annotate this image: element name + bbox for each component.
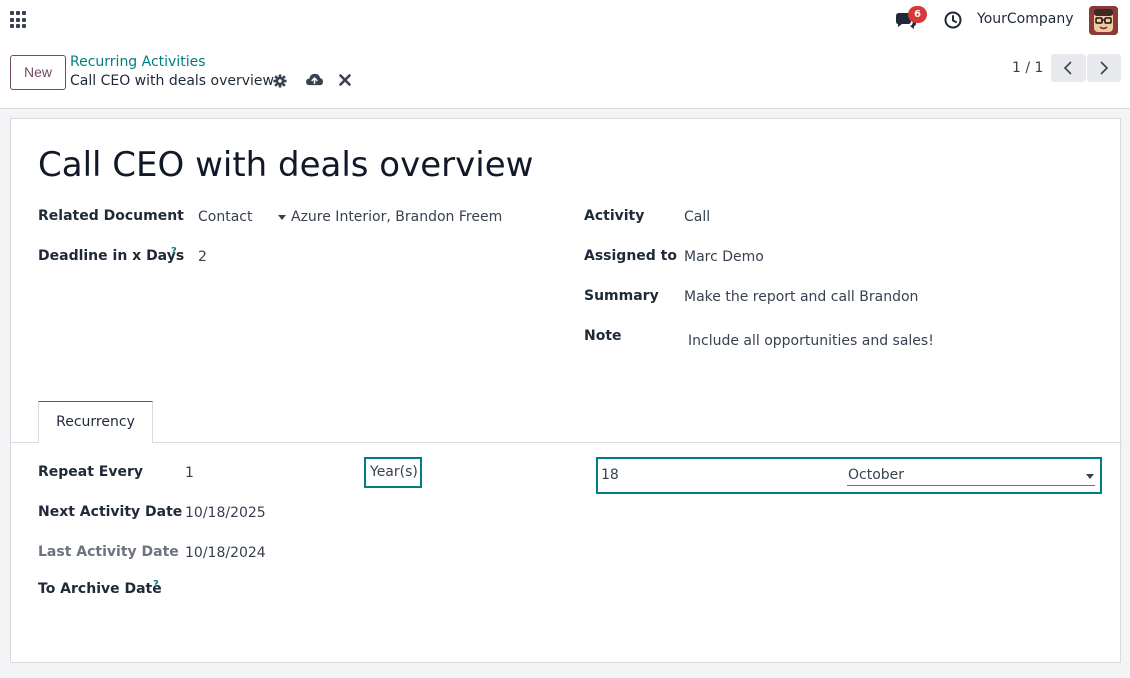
control-panel: New Recurring Activities Call CEO with d…	[0, 40, 1130, 109]
activity-field[interactable]: Call	[684, 209, 710, 225]
breadcrumb-parent-link[interactable]: Recurring Activities	[70, 54, 206, 70]
assigned-to-label: Assigned to	[584, 248, 677, 264]
related-document-model-select[interactable]: Contact	[198, 209, 252, 225]
tab-divider	[11, 442, 1122, 443]
note-label: Note	[584, 328, 622, 344]
repeat-month-select[interactable]: October	[848, 467, 904, 483]
clock-icon[interactable]	[943, 10, 963, 30]
company-switcher[interactable]: YourCompany	[977, 11, 1074, 27]
repeat-unit-value: Year(s)	[370, 464, 418, 480]
repeat-interval-field[interactable]: 1	[185, 465, 194, 481]
repeat-unit-select[interactable]: Year(s)	[364, 457, 422, 488]
deadline-field[interactable]: 2	[198, 249, 207, 265]
repeat-day-field[interactable]: 18	[601, 467, 619, 483]
next-activity-date-label: Next Activity Date	[38, 504, 183, 520]
apps-menu-icon[interactable]	[10, 11, 28, 29]
save-cloud-icon[interactable]	[305, 72, 324, 87]
discard-close-icon[interactable]	[338, 73, 352, 87]
next-activity-date-field[interactable]: 10/18/2025	[185, 505, 266, 521]
pager-next-button[interactable]	[1087, 54, 1121, 82]
pager-previous-button[interactable]	[1051, 54, 1086, 82]
repeat-day-month-field[interactable]: 18 October	[596, 457, 1102, 494]
chevron-right-icon	[1100, 61, 1109, 75]
to-archive-help-icon[interactable]: ?	[153, 579, 159, 590]
to-archive-date-label: To Archive Date	[38, 581, 162, 597]
gear-icon[interactable]	[273, 74, 287, 88]
chevron-down-icon[interactable]	[1086, 474, 1094, 479]
record-title-field[interactable]: Call CEO with deals overview	[38, 145, 533, 185]
tab-recurrency[interactable]: Recurrency	[38, 401, 153, 443]
pager-value[interactable]: 1 / 1	[1012, 60, 1043, 76]
user-avatar[interactable]	[1089, 6, 1118, 35]
related-document-label: Related Document	[38, 208, 184, 224]
chevron-left-icon	[1063, 61, 1072, 75]
month-select-underline	[847, 485, 1095, 486]
deadline-help-icon[interactable]: ?	[171, 246, 177, 257]
chevron-down-icon[interactable]	[278, 215, 286, 220]
assigned-to-field[interactable]: Marc Demo	[684, 249, 764, 265]
last-activity-date-value: 10/18/2024	[185, 545, 266, 561]
summary-label: Summary	[584, 288, 659, 304]
deadline-label: Deadline in x Days	[38, 248, 185, 264]
chat-unread-badge: 6	[908, 6, 927, 23]
repeat-every-label: Repeat Every	[38, 464, 144, 480]
summary-field[interactable]: Make the report and call Brandon	[684, 289, 918, 305]
note-field[interactable]: Include all opportunities and sales!	[688, 333, 934, 349]
form-sheet: Call CEO with deals overview Related Doc…	[10, 118, 1122, 663]
top-navbar: 6 YourCompany	[0, 0, 1130, 40]
new-button[interactable]: New	[10, 55, 66, 90]
related-document-record-field[interactable]: Azure Interior, Brandon Freem	[291, 209, 502, 225]
activity-label: Activity	[584, 208, 645, 224]
breadcrumb-current: Call CEO with deals overview	[70, 73, 274, 89]
last-activity-date-label: Last Activity Date	[38, 544, 179, 560]
